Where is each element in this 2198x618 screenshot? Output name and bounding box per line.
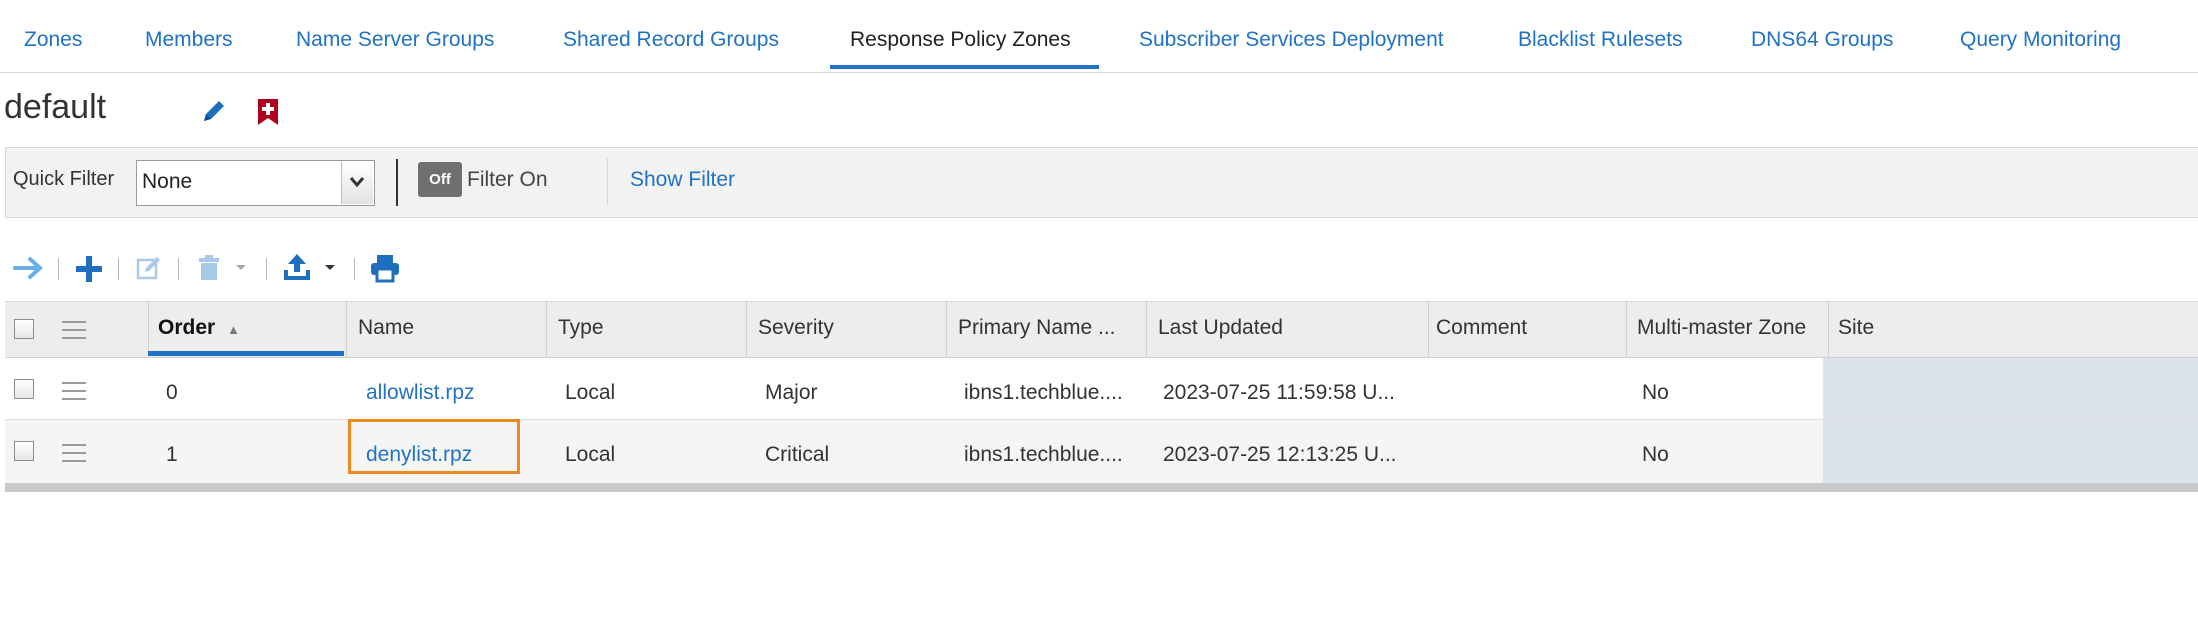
- print-icon[interactable]: [369, 253, 401, 283]
- primary-name-cell: ibns1.techblue....: [964, 443, 1123, 466]
- delete-icon[interactable]: [196, 253, 222, 283]
- row-menu-icon[interactable]: [62, 444, 86, 468]
- column-divider: [1626, 301, 1627, 358]
- toolbar-divider: [178, 258, 179, 280]
- column-header-site[interactable]: Site: [1838, 316, 1874, 340]
- chevron-down-icon: [349, 177, 365, 188]
- add-icon[interactable]: [74, 254, 104, 284]
- edit-icon[interactable]: [135, 254, 163, 282]
- primary-name-cell: ibns1.techblue....: [964, 381, 1123, 404]
- column-divider: [746, 301, 747, 358]
- export-icon[interactable]: [281, 252, 313, 284]
- column-header-type[interactable]: Type: [558, 316, 604, 340]
- column-header-severity[interactable]: Severity: [758, 316, 834, 340]
- grid-scrollbar[interactable]: [5, 483, 2198, 492]
- type-cell: Local: [565, 443, 616, 466]
- order-cell: 0: [166, 381, 178, 404]
- site-cell: [1823, 420, 2198, 483]
- column-divider: [148, 301, 149, 358]
- severity-cell: Critical: [765, 443, 830, 466]
- toolbar-divider: [354, 258, 355, 280]
- column-header-name[interactable]: Name: [358, 316, 414, 340]
- sort-indicator-bar: [148, 351, 344, 356]
- order-cell: 1: [166, 443, 178, 466]
- column-header-comment[interactable]: Comment: [1436, 316, 1527, 340]
- column-divider: [1828, 301, 1829, 358]
- tab-query-monitoring[interactable]: Query Monitoring: [1960, 28, 2121, 52]
- last-updated-cell: 2023-07-25 11:59:58 U...: [1163, 381, 1395, 404]
- column-divider: [946, 301, 947, 358]
- active-tab-indicator: [830, 65, 1099, 69]
- tab-name-server-groups[interactable]: Name Server Groups: [296, 28, 494, 52]
- column-divider: [1146, 301, 1147, 358]
- column-header-primary-name[interactable]: Primary Name ...: [958, 316, 1116, 340]
- column-divider: [346, 301, 347, 358]
- column-header-order[interactable]: Order ▲: [158, 316, 240, 340]
- edit-pencil-icon[interactable]: [199, 96, 229, 128]
- toolbar-divider: [118, 258, 119, 280]
- type-cell: Local: [565, 381, 616, 404]
- tab-zones[interactable]: Zones: [24, 28, 82, 52]
- column-divider: [546, 301, 547, 358]
- row-checkbox[interactable]: [14, 379, 34, 399]
- selection-highlight: [348, 419, 520, 474]
- arrow-right-icon[interactable]: [12, 253, 46, 283]
- divider: [396, 159, 398, 206]
- filter-on-label: Filter On: [467, 168, 548, 191]
- multi-master-cell: No: [1642, 443, 1669, 466]
- show-filter-link[interactable]: Show Filter: [630, 168, 735, 192]
- page-title: default: [4, 88, 107, 126]
- filter-toggle[interactable]: Off: [418, 162, 462, 197]
- quick-filter-dropdown-button[interactable]: [341, 162, 373, 204]
- quick-filter-label: Quick Filter: [13, 168, 115, 190]
- chevron-down-icon[interactable]: [234, 262, 248, 274]
- tab-response-policy-zones[interactable]: Response Policy Zones: [850, 28, 1071, 52]
- column-divider: [1428, 301, 1429, 358]
- column-header-last-updated[interactable]: Last Updated: [1158, 316, 1283, 340]
- severity-cell: Major: [765, 381, 818, 404]
- tab-shared-record-groups[interactable]: Shared Record Groups: [563, 28, 779, 52]
- tab-members[interactable]: Members: [145, 28, 233, 52]
- column-header-label: Order: [158, 316, 216, 339]
- column-header-multi-master-zone[interactable]: Multi-master Zone: [1637, 316, 1806, 340]
- row-menu-icon[interactable]: [62, 382, 86, 406]
- quick-filter-value: None: [142, 170, 193, 193]
- chevron-down-icon[interactable]: [323, 262, 337, 274]
- tab-blacklist-rulesets[interactable]: Blacklist Rulesets: [1518, 28, 1683, 52]
- divider: [607, 158, 608, 204]
- name-link[interactable]: allowlist.rpz: [366, 381, 475, 405]
- toolbar-divider: [266, 258, 267, 280]
- last-updated-cell: 2023-07-25 12:13:25 U...: [1163, 443, 1397, 466]
- sort-ascending-icon: ▲: [227, 322, 240, 337]
- column-menu-icon[interactable]: [62, 321, 86, 345]
- tab-bar: Zones Members Name Server Groups Shared …: [0, 0, 2198, 73]
- tab-dns64-groups[interactable]: DNS64 Groups: [1751, 28, 1893, 52]
- multi-master-cell: No: [1642, 381, 1669, 404]
- select-all-checkbox[interactable]: [14, 319, 34, 339]
- toolbar-divider: [58, 258, 59, 280]
- tab-subscriber-services-deployment[interactable]: Subscriber Services Deployment: [1139, 28, 1444, 52]
- bookmark-add-icon[interactable]: [256, 96, 280, 128]
- row-checkbox[interactable]: [14, 441, 34, 461]
- site-cell: [1823, 358, 2198, 419]
